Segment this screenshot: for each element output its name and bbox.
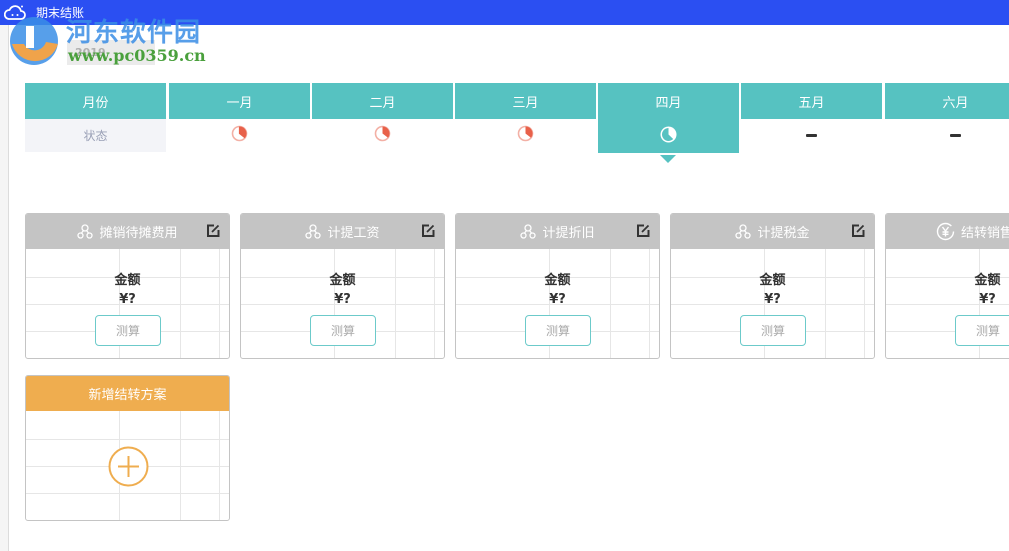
calculate-button[interactable]: 测算	[740, 315, 806, 346]
active-month-indicator	[660, 155, 676, 163]
share-nodes-icon	[305, 224, 322, 239]
month-header[interactable]: 二月	[312, 83, 453, 119]
edit-icon[interactable]	[851, 224, 865, 238]
amount-value: ¥?	[764, 292, 781, 307]
card-accrue-salary: 计提工资 金额 ¥? 测算	[240, 213, 445, 359]
left-sidebar-strip	[0, 25, 9, 551]
amount-value: ¥?	[119, 292, 136, 307]
add-scheme-card[interactable]: 新增结转方案	[25, 375, 230, 521]
month-column-may[interactable]: 五月	[741, 83, 882, 152]
month-header[interactable]: 五月	[741, 83, 882, 119]
amount-value: ¥?	[549, 292, 566, 307]
month-header[interactable]: 四月	[598, 83, 739, 119]
share-nodes-icon	[77, 224, 94, 239]
cloud-icon	[0, 0, 30, 25]
share-nodes-icon	[735, 224, 752, 239]
calculate-button[interactable]: 测算	[525, 315, 591, 346]
pie-progress-icon	[517, 125, 534, 146]
card-amortize-prepaid: 摊销待摊费用 金额 ¥? 测算	[25, 213, 230, 359]
month-column-feb[interactable]: 二月	[312, 83, 453, 152]
card-title: 新增结转方案	[88, 388, 167, 403]
calculate-button[interactable]: 测算	[955, 315, 1009, 346]
edit-icon[interactable]	[206, 224, 220, 238]
card-title: 摊销待摊费用	[99, 226, 178, 241]
amount-value: ¥?	[979, 292, 996, 307]
empty-status-dash	[806, 134, 817, 137]
card-title: 结转销售成本	[960, 226, 1009, 241]
plus-circle-icon[interactable]	[108, 446, 149, 491]
watermark-text: 河东软件园	[66, 18, 202, 48]
watermark-url: www.pc0359.cn	[68, 46, 206, 65]
month-header[interactable]: 三月	[455, 83, 596, 119]
month-column-mar[interactable]: 三月	[455, 83, 596, 152]
pie-progress-icon	[231, 125, 248, 146]
amount-label: 金额	[544, 273, 571, 288]
clock-pie-icon	[659, 125, 678, 148]
month-header[interactable]: 六月	[885, 83, 1009, 119]
month-status[interactable]	[598, 119, 739, 153]
card-title: 计提税金	[757, 226, 810, 241]
month-status[interactable]	[169, 119, 310, 152]
status-row-label: 状态	[25, 119, 166, 152]
month-header-label: 月份	[25, 83, 166, 119]
amount-label: 金额	[329, 273, 356, 288]
amount-label: 金额	[759, 273, 786, 288]
card-accrue-tax: 计提税金 金额 ¥? 测算	[670, 213, 875, 359]
month-header[interactable]: 一月	[169, 83, 310, 119]
month-status[interactable]	[741, 119, 882, 152]
yen-circle-icon	[936, 222, 955, 241]
edit-icon[interactable]	[421, 224, 435, 238]
month-label-column: 月份 状态	[25, 83, 166, 152]
card-title: 计提折旧	[542, 226, 595, 241]
amount-label: 金额	[114, 273, 141, 288]
month-column-jan[interactable]: 一月	[169, 83, 310, 152]
card-title: 计提工资	[327, 226, 380, 241]
card-carry-over-sales-cost: 结转销售成本 金额 ¥? 测算	[885, 213, 1009, 359]
share-nodes-icon	[520, 224, 537, 239]
calculate-button[interactable]: 测算	[310, 315, 376, 346]
month-status[interactable]	[455, 119, 596, 152]
month-column-apr[interactable]: 四月	[598, 83, 739, 163]
amount-label: 金额	[974, 273, 1001, 288]
month-status[interactable]	[885, 119, 1009, 152]
calculate-button[interactable]: 测算	[95, 315, 161, 346]
month-column-jun[interactable]: 六月	[885, 83, 1009, 152]
pie-progress-icon	[374, 125, 391, 146]
amount-value: ¥?	[334, 292, 351, 307]
empty-status-dash	[950, 134, 961, 137]
card-accrue-depreciation: 计提折旧 金额 ¥? 测算	[455, 213, 660, 359]
month-status[interactable]	[312, 119, 453, 152]
edit-icon[interactable]	[636, 224, 650, 238]
